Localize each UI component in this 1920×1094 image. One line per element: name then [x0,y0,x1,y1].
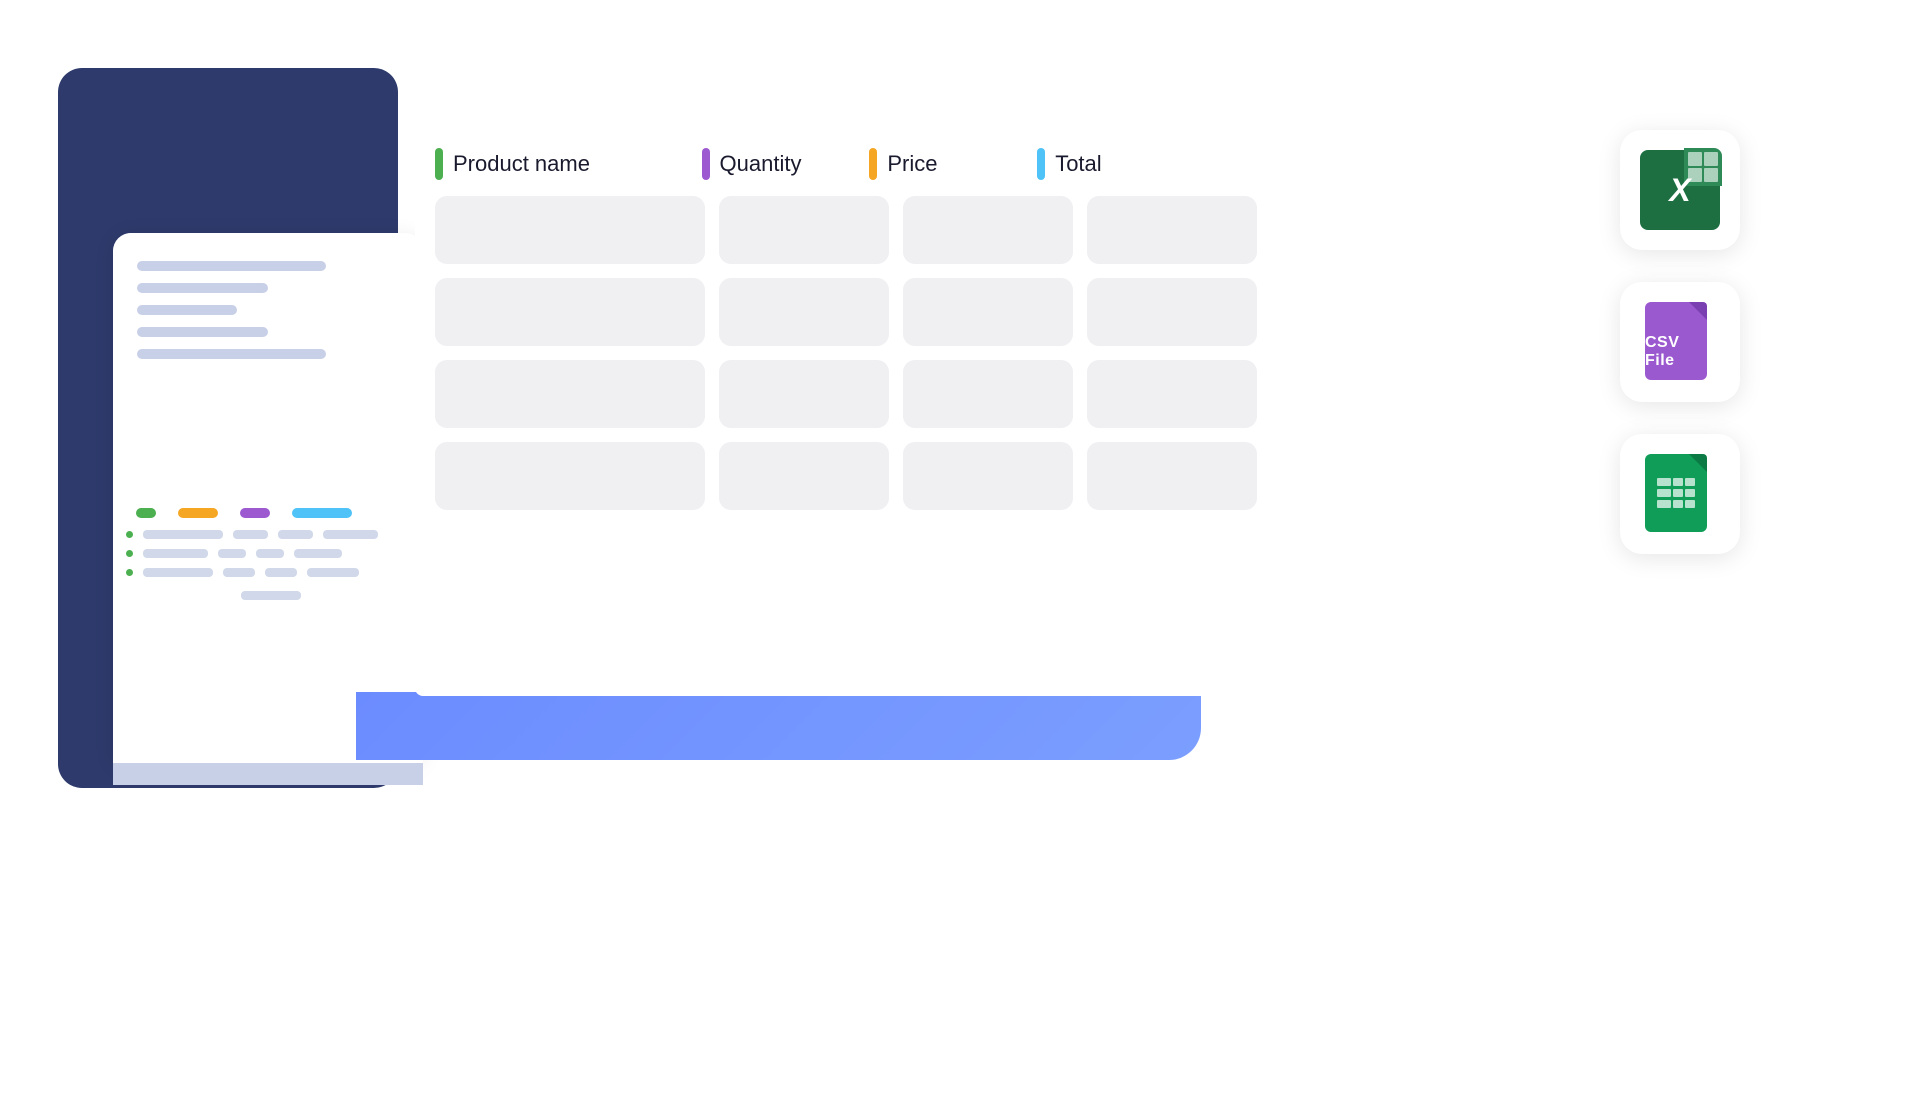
cell-total [1087,196,1257,264]
mini-row [126,530,416,539]
excel-bg: X [1640,150,1720,230]
google-sheets-icon-card[interactable] [1620,434,1740,554]
document-card [113,233,423,763]
cell-price [903,442,1073,510]
mini-row [126,568,416,577]
color-dots-row [136,508,352,518]
excel-icon: X [1640,150,1720,230]
doc-line [137,305,237,315]
cyan-dot [292,508,352,518]
doc-line [137,261,326,271]
table-headers: Product name Quantity Price Total [415,148,1225,180]
table-row [435,360,1205,428]
table-row [435,278,1205,346]
cell-quantity [719,442,889,510]
cell-total [1087,360,1257,428]
doc-line [137,327,268,337]
cell-product [435,278,705,346]
csv-icon-card[interactable]: CSV File [1620,282,1740,402]
cell-product [435,360,705,428]
bottom-blue-bar [356,692,1201,760]
product-indicator [435,148,443,180]
header-product-name: Product name [435,148,702,180]
cell-total [1087,278,1257,346]
cell-total [1087,442,1257,510]
sheets-icon [1645,454,1715,534]
header-price: Price [869,148,1037,180]
purple-dot [240,508,270,518]
table-body [415,196,1225,510]
green-dot [136,508,156,518]
cell-product [435,196,705,264]
doc-line [137,349,326,359]
doc-lines [113,233,423,399]
quantity-indicator [702,148,710,180]
sheets-doc [1645,454,1707,532]
main-spreadsheet: Product name Quantity Price Total [415,68,1225,696]
doc-line [137,283,268,293]
table-row [435,196,1205,264]
csv-label: CSV File [1645,334,1707,370]
orange-dot [178,508,218,518]
cell-price [903,196,1073,264]
cell-quantity [719,196,889,264]
cell-price [903,360,1073,428]
cell-quantity [719,360,889,428]
cell-price [903,278,1073,346]
header-quantity: Quantity [702,148,870,180]
mini-table [126,530,416,600]
right-icon-group: X CSV File [1620,130,1740,554]
csv-doc: CSV File [1645,302,1707,380]
csv-icon: CSV File [1645,302,1715,382]
total-indicator [1037,148,1045,180]
cell-product [435,442,705,510]
excel-icon-card[interactable]: X [1620,130,1740,250]
mini-row [126,549,416,558]
table-row [435,442,1205,510]
header-total: Total [1037,148,1205,180]
price-indicator [869,148,877,180]
cell-quantity [719,278,889,346]
doc-bottom-bar [113,763,423,785]
